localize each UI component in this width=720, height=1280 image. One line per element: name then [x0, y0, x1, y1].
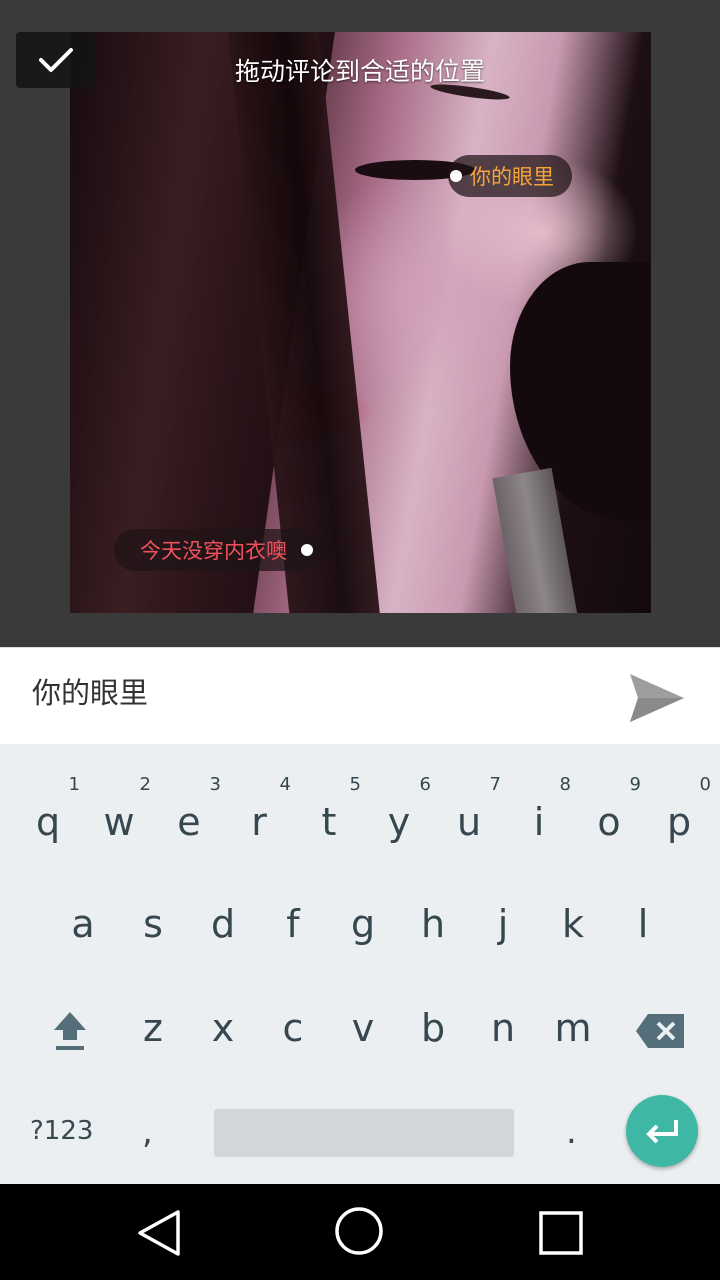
enter-icon	[646, 1120, 678, 1144]
key-letter: r	[251, 800, 267, 844]
key-letter: n	[490, 1006, 516, 1050]
key-letter: f	[286, 902, 300, 946]
comment-input-bar	[0, 647, 720, 745]
key[interactable]: 8 i	[503, 764, 575, 864]
key-number: 2	[139, 774, 151, 795]
comment-tag[interactable]: 今天没穿内衣噢	[114, 529, 321, 571]
key[interactable]: b	[397, 970, 469, 1070]
photo[interactable]	[70, 32, 651, 613]
key-letter: q	[35, 800, 61, 844]
soft-keyboard: 1 q 2 w 3 e 4 r 5 t 6 y 7 u 8 i 9 o 0 p …	[0, 744, 720, 1184]
key-letter: t	[321, 800, 337, 844]
back-triangle-icon[interactable]	[136, 1208, 182, 1258]
symbols-key[interactable]: ?123	[30, 1116, 93, 1146]
period-key[interactable]: .	[566, 1112, 577, 1152]
key-letter: i	[533, 800, 545, 844]
key-letter: k	[561, 902, 584, 946]
key[interactable]: k	[537, 866, 609, 966]
key-letter: l	[637, 902, 649, 946]
drag-hint: 拖动评论到合适的位置	[234, 57, 485, 86]
key-letter: z	[143, 1006, 163, 1050]
key-letter: o	[597, 800, 621, 844]
comma-key[interactable]: ,	[142, 1112, 153, 1152]
key[interactable]: 2 w	[83, 764, 155, 864]
key-number: 4	[279, 774, 291, 795]
key-letter: b	[420, 1006, 446, 1050]
key-letter: j	[497, 902, 509, 946]
key[interactable]: v	[327, 970, 399, 1070]
key[interactable]: g	[327, 866, 399, 966]
space-key[interactable]	[214, 1109, 514, 1157]
key-letter: p	[666, 800, 692, 844]
key-letter: v	[351, 1006, 375, 1050]
key[interactable]: 4 r	[223, 764, 295, 864]
key[interactable]: x	[187, 970, 259, 1070]
key[interactable]: 7 u	[433, 764, 505, 864]
comment-input[interactable]	[32, 674, 592, 708]
key-letter: s	[143, 902, 163, 946]
key[interactable]: f	[257, 866, 329, 966]
key-letter: a	[71, 902, 95, 946]
key-number: 6	[419, 774, 431, 795]
key[interactable]: j	[467, 866, 539, 966]
key-number: 5	[349, 774, 361, 795]
key-number: 3	[209, 774, 221, 795]
key-letter: u	[456, 800, 482, 844]
recent-square-icon[interactable]	[538, 1210, 584, 1256]
backspace-key[interactable]	[634, 1012, 686, 1050]
key[interactable]: 9 o	[573, 764, 645, 864]
key[interactable]: 3 e	[153, 764, 225, 864]
key-letter: g	[350, 902, 376, 946]
shift-icon	[54, 1012, 86, 1050]
key[interactable]: z	[117, 970, 189, 1070]
send-icon	[630, 674, 684, 722]
key-letter: d	[210, 902, 236, 946]
key[interactable]: d	[187, 866, 259, 966]
tag-text: 今天没穿内衣噢	[140, 539, 287, 563]
system-navigation-bar	[0, 1184, 720, 1280]
tag-anchor-dot	[301, 544, 313, 556]
home-circle-icon[interactable]	[334, 1206, 384, 1256]
key[interactable]: 5 t	[293, 764, 365, 864]
key[interactable]: h	[397, 866, 469, 966]
comment-tag[interactable]: 你的眼里	[448, 155, 572, 197]
key-number: 1	[68, 774, 80, 795]
key-number: 9	[629, 774, 641, 795]
key-letter: y	[387, 800, 411, 844]
key-letter: w	[103, 800, 135, 844]
key-letter: c	[282, 1006, 304, 1050]
key-letter: x	[211, 1006, 235, 1050]
enter-key[interactable]	[626, 1095, 698, 1167]
key[interactable]: 6 y	[363, 764, 435, 864]
key[interactable]: c	[257, 970, 329, 1070]
key[interactable]: s	[117, 866, 189, 966]
key-letter: h	[420, 902, 446, 946]
key-number: 7	[489, 774, 501, 795]
backspace-icon	[636, 1014, 684, 1048]
key[interactable]: l	[607, 866, 679, 966]
key-letter: m	[554, 1006, 592, 1050]
key[interactable]: a	[47, 866, 119, 966]
shift-key[interactable]	[48, 1008, 92, 1052]
key-number: 8	[559, 774, 571, 795]
key[interactable]: m	[537, 970, 609, 1070]
tag-text: 你的眼里	[470, 165, 554, 189]
key[interactable]: n	[467, 970, 539, 1070]
send-button[interactable]	[624, 668, 688, 728]
key[interactable]: 0 p	[643, 764, 715, 864]
tag-anchor-dot	[450, 170, 462, 182]
key-letter: e	[177, 800, 201, 844]
key[interactable]: 1 q	[12, 764, 84, 864]
key-number: 0	[699, 774, 711, 795]
